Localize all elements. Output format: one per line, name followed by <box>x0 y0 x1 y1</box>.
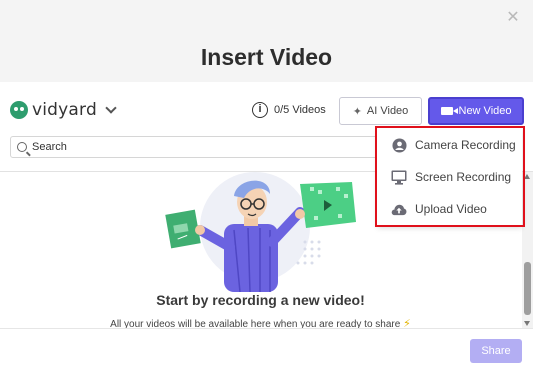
menu-item-camera-recording[interactable]: Camera Recording <box>377 131 522 159</box>
info-icon[interactable]: i <box>252 102 268 118</box>
modal-header: ✕ Insert Video <box>0 0 533 82</box>
sparkle-icon: ✦ <box>352 105 362 118</box>
menu-item-upload-video[interactable]: Upload Video <box>377 195 522 223</box>
ai-video-button[interactable]: ✦ AI Video <box>339 97 422 125</box>
share-button[interactable]: Share <box>470 339 522 363</box>
modal-title: Insert Video <box>200 44 333 70</box>
vertical-scrollbar[interactable] <box>522 172 533 328</box>
modal-footer: Share <box>0 328 533 369</box>
empty-state-subtitle-text: All your videos will be available here w… <box>110 319 401 328</box>
search-field[interactable] <box>10 136 380 158</box>
cloud-upload-icon <box>391 201 407 217</box>
empty-state-title: Start by recording a new video! <box>156 292 365 308</box>
new-video-button[interactable]: New Video <box>428 97 524 125</box>
video-count: 0/5 Videos <box>274 104 326 116</box>
close-icon[interactable]: ✕ <box>505 10 521 26</box>
menu-item-label: Camera Recording <box>415 138 516 152</box>
video-camera-icon <box>440 107 458 115</box>
brand-name: vidyard <box>32 100 97 120</box>
vidyard-logo-icon <box>10 101 28 119</box>
scroll-up-arrow-icon[interactable] <box>524 174 530 179</box>
search-input[interactable] <box>32 141 362 153</box>
ai-video-label: AI Video <box>366 105 409 117</box>
camera-user-icon <box>391 137 407 153</box>
chevron-down-icon[interactable] <box>105 102 117 114</box>
new-video-menu: Camera Recording Screen Recording Upload… <box>377 128 522 226</box>
account-switcher[interactable]: vidyard <box>10 100 117 120</box>
empty-state-subtitle: All your videos will be available here w… <box>0 317 521 328</box>
new-video-label: New Video <box>458 105 512 117</box>
menu-item-label: Upload Video <box>415 202 487 216</box>
menu-item-screen-recording[interactable]: Screen Recording <box>377 163 522 191</box>
scroll-down-arrow-icon[interactable] <box>524 321 530 326</box>
scrollbar-thumb[interactable] <box>524 262 531 315</box>
menu-item-label: Screen Recording <box>415 170 512 184</box>
search-icon <box>17 142 27 152</box>
empty-state-illustration <box>165 172 356 292</box>
lightning-icon: ⚡ <box>403 318 411 328</box>
monitor-icon <box>391 169 407 185</box>
